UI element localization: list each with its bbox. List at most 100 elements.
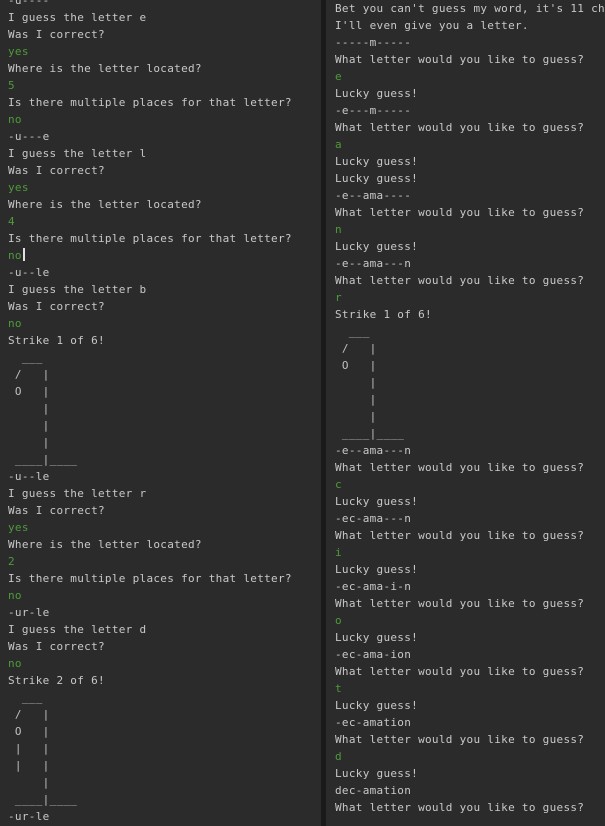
terminal-output-line: Bet you can't guess my word, it's 11 ch xyxy=(335,0,605,17)
terminal-output-line: What letter would you like to guess? xyxy=(335,119,605,136)
terminal-input-line: n xyxy=(335,221,605,238)
terminal-line-text: Where is the letter located? xyxy=(8,538,202,551)
terminal-line-text: What letter would you like to guess? xyxy=(335,206,585,219)
terminal-line-text: yes xyxy=(8,521,29,534)
terminal-input-line: 5 xyxy=(8,77,292,94)
terminal-line-text: Lucky guess! xyxy=(335,495,419,508)
terminal-output-line: I'll even give you a letter. xyxy=(335,17,605,34)
left-terminal-pane[interactable]: -u---- I guess the letter e Was I correct?… xyxy=(0,0,321,826)
terminal-line-text: | xyxy=(8,419,50,432)
terminal-line-text: Lucky guess! xyxy=(335,87,419,100)
terminal-output-line: Lucky guess! xyxy=(335,561,605,578)
terminal-output-line: -u---- xyxy=(8,0,292,9)
hangman-art-line: ____|____ xyxy=(335,425,605,442)
terminal-output-line: Strike 1 of 6! xyxy=(335,306,605,323)
terminal-line-text: e xyxy=(335,70,342,83)
terminal-output-line: -ur-le xyxy=(8,604,292,621)
hangman-art-line: / | xyxy=(8,706,292,723)
terminal-output-line: What letter would you like to guess? xyxy=(335,272,605,289)
terminal-line-text: Is there multiple places for that letter… xyxy=(8,96,292,109)
terminal-input-line: no xyxy=(8,111,292,128)
right-terminal-pane[interactable]: Bet you can't guess my word, it's 11 ch I… xyxy=(326,0,605,826)
terminal-line-text: Lucky guess! xyxy=(335,240,419,253)
terminal-output-line: Lucky guess! xyxy=(335,629,605,646)
hangman-art-line: ____|____ xyxy=(8,451,292,468)
split-terminal-view: -u---- I guess the letter e Was I correct?… xyxy=(0,0,605,826)
terminal-line-text: no xyxy=(8,589,22,602)
terminal-line-text: -ur-le xyxy=(8,606,50,619)
terminal-line-text: ___ xyxy=(8,691,43,704)
terminal-input-line: d xyxy=(335,748,605,765)
terminal-line-text: Lucky guess! xyxy=(335,767,419,780)
hangman-art-line: | xyxy=(335,408,605,425)
terminal-input-line: a xyxy=(335,136,605,153)
terminal-output-line: What letter would you like to guess? xyxy=(335,204,605,221)
terminal-output-line: Where is the letter located? xyxy=(8,60,292,77)
terminal-line-text: / | xyxy=(335,342,377,355)
terminal-output-line: -u--le xyxy=(8,468,292,485)
terminal-input-line: t xyxy=(335,680,605,697)
terminal-line-text: Lucky guess! xyxy=(335,631,419,644)
hangman-art-line: | xyxy=(335,374,605,391)
terminal-line-text: t xyxy=(335,682,342,695)
terminal-output-line: What letter would you like to guess? xyxy=(335,527,605,544)
terminal-line-text: no xyxy=(8,113,22,126)
left-terminal-output: -u---- I guess the letter e Was I correct?… xyxy=(8,0,292,825)
terminal-line-text: What letter would you like to guess? xyxy=(335,597,585,610)
terminal-output-line: What letter would you like to guess? xyxy=(335,459,605,476)
terminal-output-line: Lucky guess! xyxy=(335,697,605,714)
terminal-line-text: -u--le xyxy=(8,266,50,279)
terminal-line-text: -ec-amation xyxy=(335,716,412,729)
terminal-output-line: Was I correct? xyxy=(8,298,292,315)
terminal-line-text: -ec-ama---n xyxy=(335,512,412,525)
terminal-input-line: i xyxy=(335,544,605,561)
terminal-line-text: -e--ama---- xyxy=(335,189,412,202)
terminal-output-line: Was I correct? xyxy=(8,26,292,43)
hangman-art-line: | | xyxy=(8,740,292,757)
terminal-input-line: c xyxy=(335,476,605,493)
terminal-output-line: What letter would you like to guess? xyxy=(335,731,605,748)
terminal-output-line: -e--ama---n xyxy=(335,442,605,459)
terminal-output-line: -ec-amation xyxy=(335,714,605,731)
terminal-output-line: What letter would you like to guess? xyxy=(335,595,605,612)
terminal-output-line: Was I correct? xyxy=(8,502,292,519)
terminal-output-line: Is there multiple places for that letter… xyxy=(8,570,292,587)
terminal-output-line: -u--le xyxy=(8,264,292,281)
terminal-line-text: Was I correct? xyxy=(8,300,105,313)
terminal-line-text: no xyxy=(8,657,22,670)
terminal-output-line: Lucky guess! xyxy=(335,153,605,170)
terminal-line-text: d xyxy=(335,750,342,763)
terminal-output-line: Lucky guess! xyxy=(335,493,605,510)
terminal-line-text: What letter would you like to guess? xyxy=(335,461,585,474)
terminal-output-line: -u---e xyxy=(8,128,292,145)
terminal-output-line: -e--ama---n xyxy=(335,255,605,272)
hangman-art-line: ___ xyxy=(335,323,605,340)
terminal-line-text: Lucky guess! xyxy=(335,563,419,576)
right-terminal-output: Bet you can't guess my word, it's 11 ch I… xyxy=(335,0,605,816)
terminal-line-text: Is there multiple places for that letter… xyxy=(8,572,292,585)
terminal-line-text: o xyxy=(335,614,342,627)
terminal-line-text: | xyxy=(8,776,50,789)
hangman-art-line: / | xyxy=(8,366,292,383)
hangman-art-line: | xyxy=(8,774,292,791)
terminal-line-text: I guess the letter b xyxy=(8,283,147,296)
terminal-line-text: ____|____ xyxy=(335,427,405,440)
terminal-output-line: Lucky guess! xyxy=(335,85,605,102)
terminal-line-text: n xyxy=(335,223,342,236)
terminal-output-line: Lucky guess! xyxy=(335,238,605,255)
terminal-output-line: What letter would you like to guess? xyxy=(335,51,605,68)
terminal-line-text: -u---- xyxy=(8,0,50,7)
terminal-line-text: | xyxy=(8,436,50,449)
terminal-line-text: -u---e xyxy=(8,130,50,143)
terminal-output-line: I guess the letter l xyxy=(8,145,292,162)
terminal-line-text: / | xyxy=(8,708,50,721)
hangman-art-line: | xyxy=(8,417,292,434)
terminal-line-text: What letter would you like to guess? xyxy=(335,529,585,542)
terminal-line-text: Is there multiple places for that letter… xyxy=(8,232,292,245)
terminal-line-text: Was I correct? xyxy=(8,640,105,653)
terminal-output-line: Where is the letter located? xyxy=(8,196,292,213)
terminal-output-line: I guess the letter b xyxy=(8,281,292,298)
terminal-output-line: Was I correct? xyxy=(8,162,292,179)
terminal-output-line: I guess the letter r xyxy=(8,485,292,502)
terminal-input-line: no xyxy=(8,315,292,332)
